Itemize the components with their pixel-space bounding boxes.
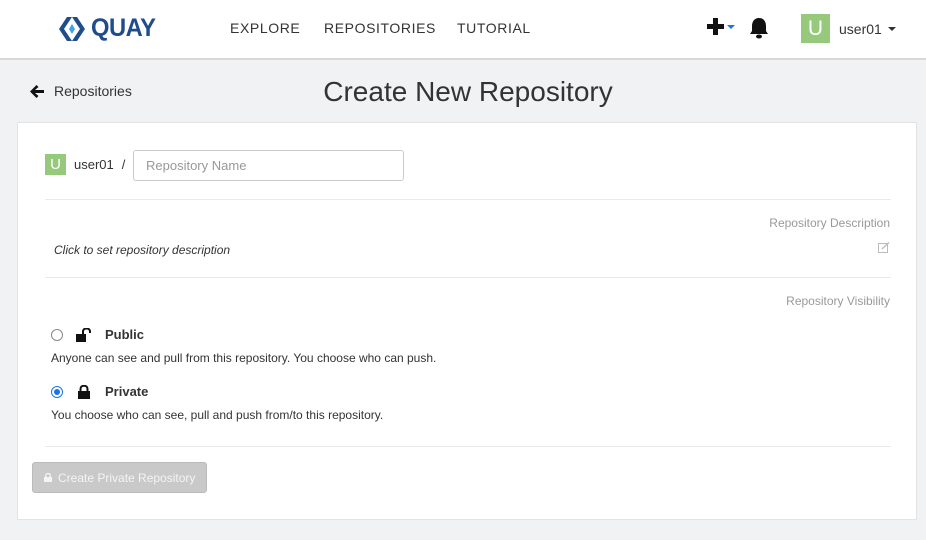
edit-icon[interactable] — [878, 241, 890, 259]
create-repository-panel: U user01 / Repository Description Click … — [17, 122, 917, 520]
divider — [45, 199, 891, 200]
notifications-button[interactable] — [749, 17, 769, 44]
unlock-icon — [76, 327, 91, 342]
repository-description-editor[interactable]: Click to set repository description — [54, 243, 230, 257]
repository-description-label: Repository Description — [769, 216, 890, 230]
top-navbar: QUAY EXPLORE REPOSITORIES TUTORIAL U use… — [0, 0, 926, 60]
username: user01 — [839, 20, 882, 37]
repository-visibility-label: Repository Visibility — [786, 294, 890, 308]
chevron-down-icon — [727, 24, 735, 29]
private-radio[interactable] — [51, 385, 63, 398]
public-radio[interactable] — [51, 328, 63, 341]
private-description: You choose who can see, pull and push fr… — [51, 408, 384, 422]
visibility-option-public[interactable]: Public — [51, 327, 144, 342]
chevron-down-icon — [887, 26, 896, 31]
create-repository-button[interactable]: Create Private Repository — [32, 462, 208, 493]
nav-explore[interactable]: EXPLORE — [230, 20, 300, 36]
logo-text: QUAY — [91, 14, 156, 42]
edit-icon-graphic — [878, 242, 890, 253]
quay-logo-icon — [59, 16, 85, 41]
create-repository-button-label: Create Private Repository — [58, 470, 196, 485]
namespace-separator: / — [121, 157, 126, 172]
repository-name-input[interactable] — [133, 150, 404, 181]
divider — [45, 277, 891, 278]
visibility-option-private[interactable]: Private — [51, 384, 148, 399]
private-label: Private — [105, 384, 149, 399]
lock-icon — [44, 473, 52, 482]
public-label: Public — [105, 327, 145, 342]
namespace-avatar: U — [45, 154, 66, 175]
namespace-name: user01 — [74, 157, 114, 172]
lock-icon — [78, 384, 90, 399]
nav-tutorial[interactable]: TUTORIAL — [457, 20, 531, 36]
nav-repositories[interactable]: REPOSITORIES — [324, 20, 436, 36]
plus-icon — [707, 18, 724, 35]
create-new-menu[interactable] — [707, 18, 735, 35]
divider — [45, 446, 891, 447]
namespace: U user01 / — [45, 154, 125, 175]
user-menu[interactable]: U user01 — [801, 14, 896, 43]
public-description: Anyone can see and pull from this reposi… — [51, 351, 437, 365]
quay-logo[interactable]: QUAY — [57, 14, 159, 43]
bell-icon — [750, 18, 768, 39]
avatar: U — [801, 14, 830, 43]
page-title: Create New Repository — [323, 76, 613, 107]
